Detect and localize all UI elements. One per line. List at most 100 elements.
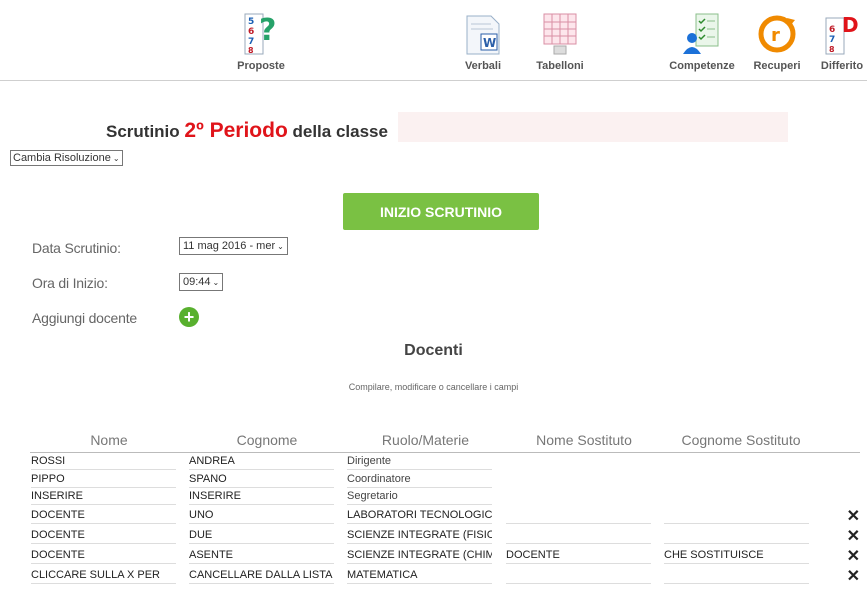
start-scrutinio-button[interactable]: INIZIO SCRUTINIO: [343, 193, 539, 230]
cell-nome-sostituto[interactable]: [505, 566, 663, 586]
add-teacher-button[interactable]: +: [179, 307, 199, 327]
delete-row-button[interactable]: ✕: [819, 566, 860, 586]
cell-cognome[interactable]: SPANO: [188, 471, 346, 489]
resolution-select-label: Cambia Risoluzione: [13, 152, 111, 164]
resolution-select[interactable]: Cambia Risoluzione ⌄: [10, 150, 123, 166]
svg-text:D: D: [842, 13, 859, 37]
toolbar-item-recuperi[interactable]: r Recuperi: [750, 10, 804, 72]
empty-cell: [819, 453, 860, 471]
cognome-field[interactable]: UNO: [189, 507, 334, 524]
svg-text:?: ?: [259, 13, 276, 48]
table-row: PIPPO SPANO Coordinatore: [30, 471, 860, 489]
svg-text:W: W: [483, 36, 496, 50]
cognome-field[interactable]: ANDREA: [189, 453, 334, 471]
toolbar-item-differito[interactable]: 6 7 8 D Differito: [818, 10, 866, 72]
cell-cognome-sostituto[interactable]: [663, 526, 819, 546]
numbers-question-icon: 5 6 7 8 ?: [244, 13, 276, 55]
header-cognome: Cognome: [188, 428, 346, 453]
cognome-field[interactable]: DUE: [189, 527, 334, 544]
cell-cognome[interactable]: ANDREA: [188, 453, 346, 471]
nome-field[interactable]: CLICCARE SULLA X PER: [31, 567, 176, 584]
header-cognome-sostituto: Cognome Sostituto: [663, 428, 819, 453]
cell-ruolo[interactable]: SCIENZE INTEGRATE (FISIC: [346, 526, 505, 546]
cognome-field[interactable]: INSERIRE: [189, 488, 334, 506]
nome-field[interactable]: DOCENTE: [31, 547, 176, 564]
nome-field[interactable]: PIPPO: [31, 471, 176, 488]
cognome-field[interactable]: ASENTE: [189, 547, 334, 564]
cognome-field[interactable]: CANCELLARE DALLA LISTA: [189, 567, 334, 584]
teachers-table: Nome Cognome Ruolo/Materie Nome Sostitut…: [30, 428, 860, 586]
ruolo-field[interactable]: Dirigente: [347, 453, 492, 471]
title-suffix: della classe: [287, 122, 388, 141]
ruolo-field[interactable]: Coordinatore: [347, 471, 492, 488]
cell-ruolo[interactable]: MATEMATICA: [346, 566, 505, 586]
cell-cognome-sostituto[interactable]: [663, 506, 819, 526]
close-icon: ✕: [846, 567, 860, 585]
add-teacher-label: Aggiungi docente: [32, 310, 137, 326]
cell-nome[interactable]: PIPPO: [30, 471, 188, 489]
chevron-down-icon: ⌄: [112, 154, 120, 163]
toolbar-item-verbali[interactable]: W Verbali: [461, 10, 505, 72]
cell-cognome-sostituto[interactable]: CHE SOSTITUISCE: [663, 546, 819, 566]
cell-ruolo[interactable]: Coordinatore: [346, 471, 505, 489]
cell-ruolo[interactable]: LABORATORI TECNOLOGIC: [346, 506, 505, 526]
table-header-row: Nome Cognome Ruolo/Materie Nome Sostitut…: [30, 428, 860, 453]
cognome-sostituto-field[interactable]: [664, 507, 809, 524]
delete-row-button[interactable]: ✕: [819, 506, 860, 526]
cell-cognome-sostituto[interactable]: [663, 566, 819, 586]
nome-sostituto-field[interactable]: DOCENTE: [506, 547, 651, 564]
close-icon: ✕: [846, 547, 860, 565]
nome-field[interactable]: DOCENTE: [31, 507, 176, 524]
nome-sostituto-field[interactable]: [506, 507, 651, 524]
cell-nome[interactable]: CLICCARE SULLA X PER: [30, 566, 188, 586]
ruolo-field[interactable]: Segretario: [347, 488, 492, 506]
delete-row-button[interactable]: ✕: [819, 546, 860, 566]
cognome-field[interactable]: SPANO: [189, 471, 334, 488]
toolbar-item-proposte[interactable]: 5 6 7 8 ? Proposte: [236, 10, 286, 72]
nome-field[interactable]: DOCENTE: [31, 527, 176, 544]
cell-cognome[interactable]: DUE: [188, 526, 346, 546]
spreadsheet-icon: [543, 13, 577, 55]
svg-text:6: 6: [248, 27, 254, 37]
time-select[interactable]: 09:44 ⌄: [179, 273, 224, 291]
cell-nome-sostituto[interactable]: DOCENTE: [505, 546, 663, 566]
ruolo-field[interactable]: MATEMATICA: [347, 567, 492, 584]
cognome-sostituto-field[interactable]: [664, 527, 809, 544]
toolbar-item-competenze[interactable]: Competenze: [669, 10, 735, 72]
class-name-field[interactable]: [398, 112, 788, 142]
plus-icon: +: [183, 307, 195, 327]
nome-sostituto-field[interactable]: [506, 527, 651, 544]
toolbar-item-tabelloni[interactable]: Tabelloni: [533, 10, 587, 72]
ruolo-field[interactable]: SCIENZE INTEGRATE (FISIC: [347, 527, 492, 544]
cognome-sostituto-field[interactable]: CHE SOSTITUISCE: [664, 547, 809, 564]
empty-cell: [819, 488, 860, 506]
cell-ruolo[interactable]: SCIENZE INTEGRATE (CHIM: [346, 546, 505, 566]
empty-cell: [505, 488, 663, 506]
cell-nome[interactable]: DOCENTE: [30, 506, 188, 526]
cell-ruolo[interactable]: Dirigente: [346, 453, 505, 471]
delete-row-button[interactable]: ✕: [819, 526, 860, 546]
nome-sostituto-field[interactable]: [506, 567, 651, 584]
cell-nome[interactable]: INSERIRE: [30, 488, 188, 506]
date-select[interactable]: 11 mag 2016 - mer ⌄: [179, 237, 288, 255]
chevron-down-icon: ⌄: [277, 242, 284, 251]
cell-nome[interactable]: ROSSI: [30, 453, 188, 471]
recovery-r-icon: r: [758, 15, 796, 53]
cognome-sostituto-field[interactable]: [664, 567, 809, 584]
empty-cell: [663, 453, 819, 471]
nome-field[interactable]: INSERIRE: [31, 488, 176, 506]
cell-cognome[interactable]: INSERIRE: [188, 488, 346, 506]
cell-nome[interactable]: DOCENTE: [30, 526, 188, 546]
cell-ruolo[interactable]: Segretario: [346, 488, 505, 506]
ruolo-field[interactable]: LABORATORI TECNOLOGIC: [347, 507, 492, 524]
cell-cognome[interactable]: ASENTE: [188, 546, 346, 566]
cell-nome-sostituto[interactable]: [505, 506, 663, 526]
cell-nome-sostituto[interactable]: [505, 526, 663, 546]
cell-cognome[interactable]: UNO: [188, 506, 346, 526]
title-period: 2º Periodo: [184, 119, 288, 142]
ruolo-field[interactable]: SCIENZE INTEGRATE (CHIM: [347, 547, 492, 564]
close-icon: ✕: [846, 527, 860, 545]
cell-cognome[interactable]: CANCELLARE DALLA LISTA: [188, 566, 346, 586]
cell-nome[interactable]: DOCENTE: [30, 546, 188, 566]
nome-field[interactable]: ROSSI: [31, 453, 176, 471]
